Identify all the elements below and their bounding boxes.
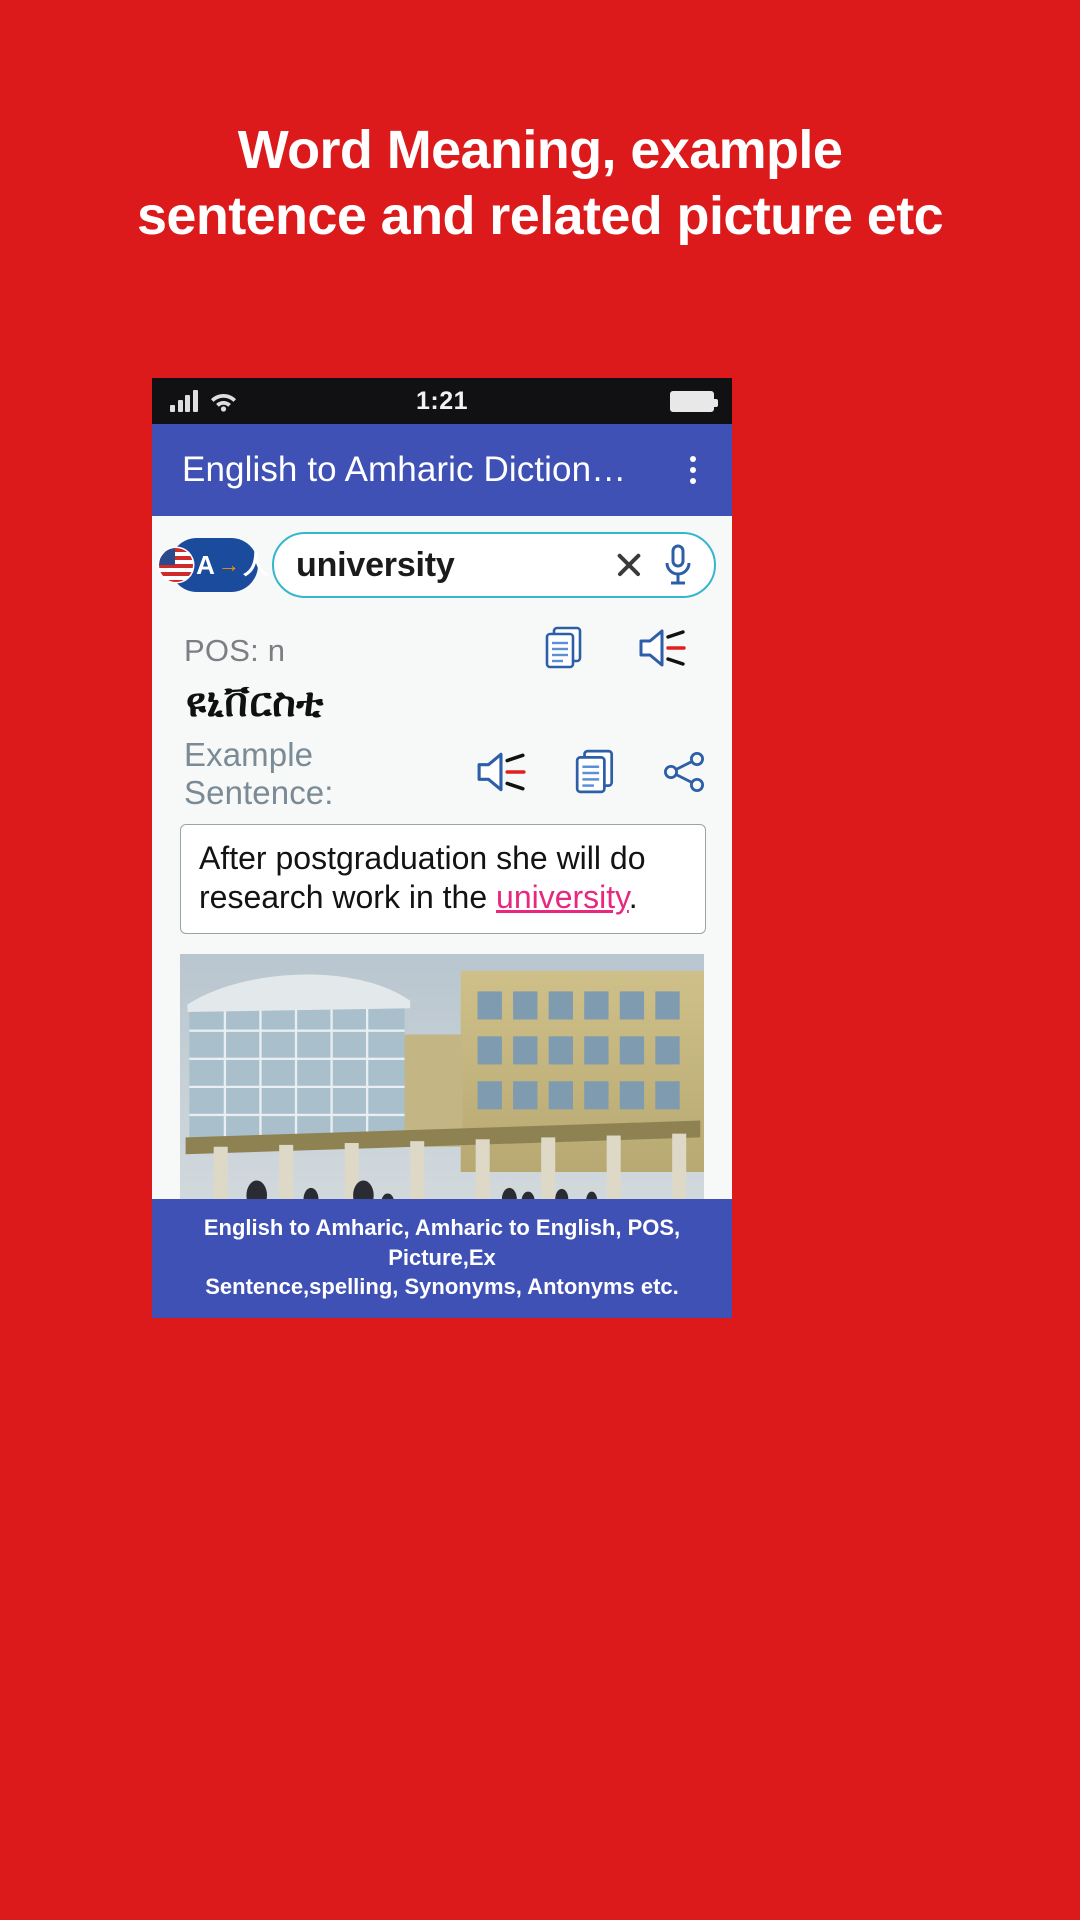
language-target-glyph: 人 (243, 552, 269, 578)
app-title: English to Amharic Diction… (182, 450, 676, 490)
search-row: A → 人 university (152, 516, 732, 616)
entry-content: POS: n (152, 616, 732, 1296)
microphone-icon[interactable] (658, 543, 698, 587)
status-bar-left (170, 390, 237, 412)
example-sentence-box: After postgraduation she will do researc… (180, 824, 706, 934)
example-sentence-highlight: university (496, 879, 629, 915)
promo-heading: Word Meaning, example sentence and relat… (0, 118, 1080, 250)
search-input[interactable]: university (296, 546, 600, 585)
promo-heading-line-1: Word Meaning, example (40, 118, 1040, 184)
arrow-right-icon: → (218, 554, 240, 576)
language-toggle-button[interactable]: A → 人 (170, 538, 258, 592)
example-sentence-row: Example Sentence: (174, 734, 710, 820)
us-flag-icon (159, 548, 193, 582)
footer-banner: English to Amharic, Amharic to English, … (152, 1199, 732, 1318)
copy-icon[interactable] (574, 749, 618, 800)
overflow-menu-icon[interactable] (676, 448, 710, 492)
cellular-signal-icon (170, 390, 198, 412)
example-action-icons (476, 749, 706, 800)
pos-row: POS: n (174, 616, 710, 677)
speaker-icon[interactable] (476, 750, 528, 799)
pos-label: POS: n (184, 633, 285, 669)
search-field-wrapper[interactable]: university (272, 532, 716, 598)
speaker-icon[interactable] (638, 627, 688, 674)
copy-icon[interactable] (544, 626, 586, 675)
close-icon[interactable] (610, 546, 648, 584)
pos-action-icons (544, 626, 706, 675)
example-sentence-label: Example Sentence: (184, 736, 456, 812)
wifi-icon (210, 390, 237, 412)
promo-heading-line-2: sentence and related picture etc (40, 184, 1040, 250)
example-sentence-suffix: . (629, 879, 638, 915)
footer-line-2: Sentence,spelling, Synonyms, Antonyms et… (170, 1272, 714, 1302)
translation-text: ዩኒቨርስቲ (174, 677, 710, 734)
status-bar-clock: 1:21 (152, 387, 732, 416)
language-source-letter: A (196, 552, 215, 578)
status-bar-right (670, 391, 714, 412)
phone-mockup: 1:21 English to Amharic Diction… A → 人 u… (152, 378, 732, 1318)
footer-line-1: English to Amharic, Amharic to English, … (170, 1213, 714, 1272)
status-bar: 1:21 (152, 378, 732, 424)
battery-full-icon (670, 391, 714, 412)
share-icon[interactable] (664, 752, 706, 797)
app-bar: English to Amharic Diction… (152, 424, 732, 516)
